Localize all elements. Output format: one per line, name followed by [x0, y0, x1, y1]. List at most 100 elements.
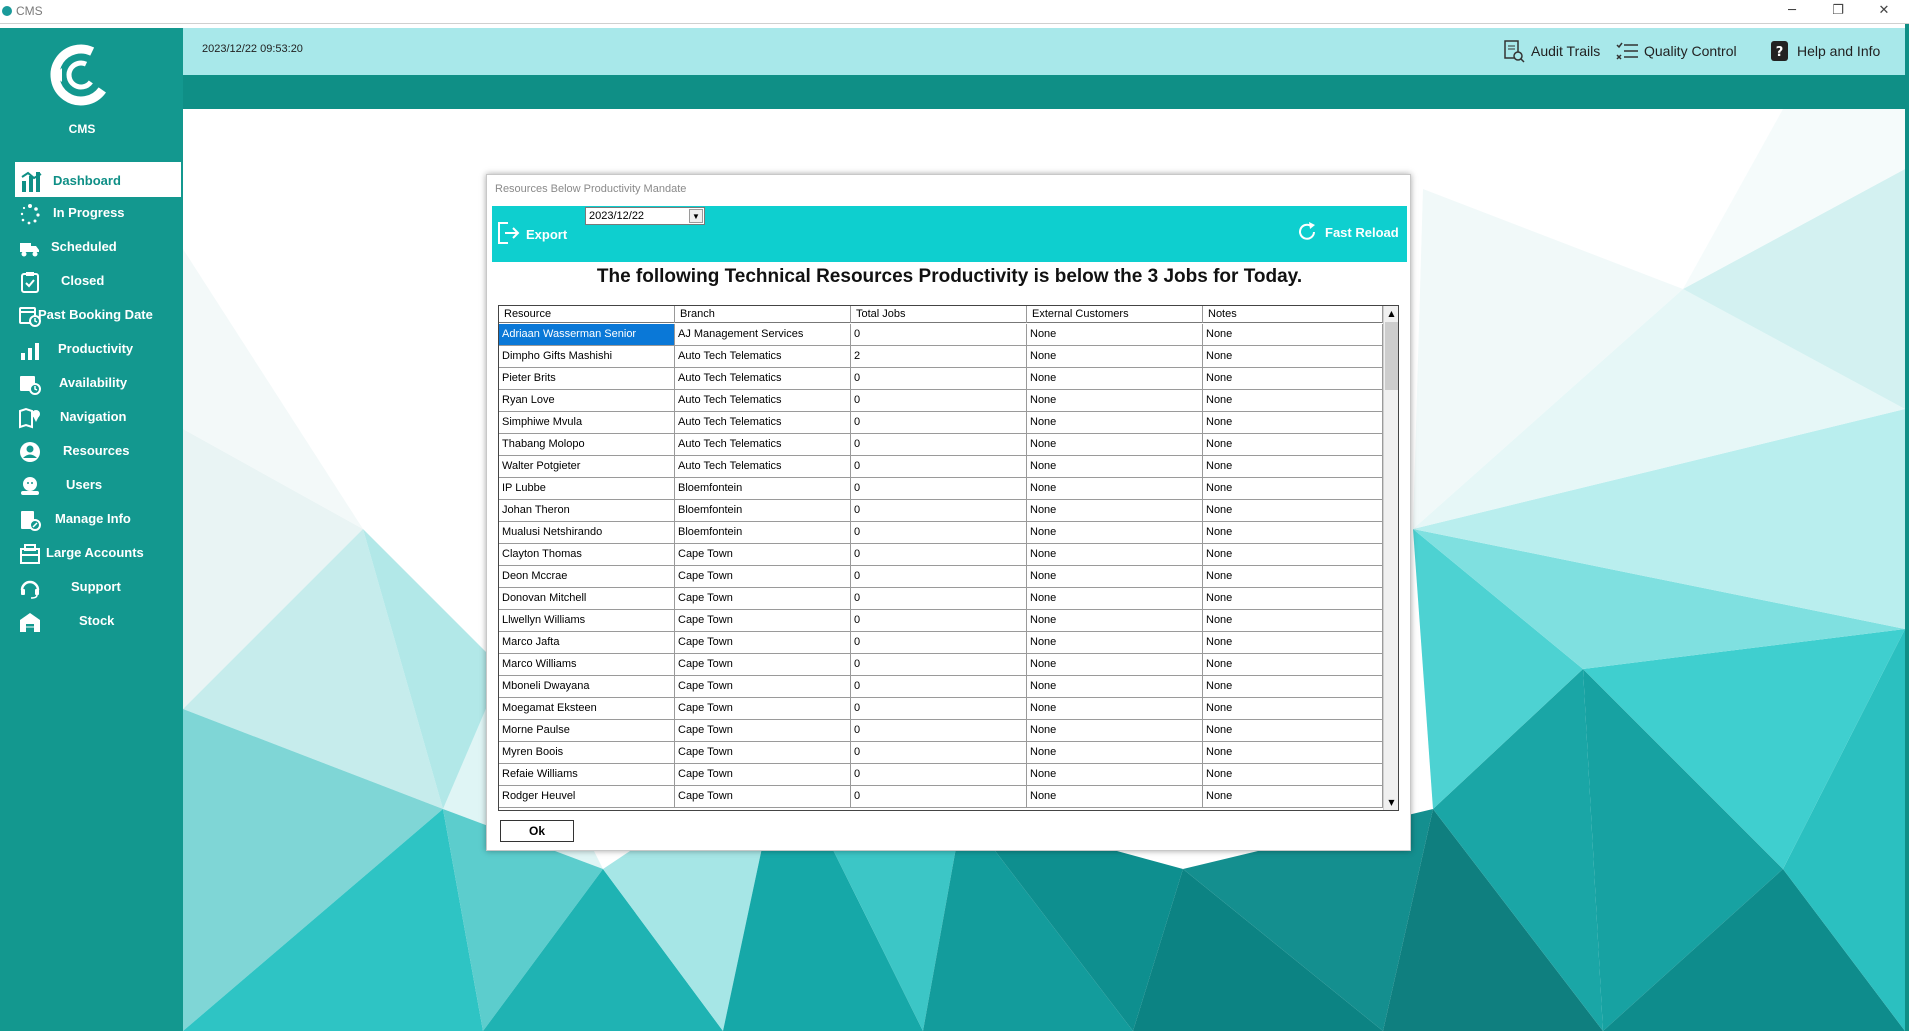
cell-resource[interactable]: Llwellyn Williams [499, 610, 675, 631]
cell-external-customers[interactable]: None [1027, 390, 1203, 411]
cell-external-customers[interactable]: None [1027, 610, 1203, 631]
table-row[interactable]: IP Lubbe Bloemfontein 0 None None [499, 478, 1383, 500]
table-row[interactable]: Morne Paulse Cape Town 0 None None [499, 720, 1383, 742]
table-row[interactable]: Johan Theron Bloemfontein 0 None None [499, 500, 1383, 522]
cell-resource[interactable]: Refaie Williams [499, 764, 675, 785]
cell-notes[interactable]: None [1203, 786, 1383, 807]
table-row[interactable]: Thabang Molopo Auto Tech Telematics 0 None N… [499, 434, 1383, 456]
cell-branch[interactable]: Cape Town [675, 786, 851, 807]
cell-total-jobs[interactable]: 0 [851, 522, 1027, 543]
cell-notes[interactable]: None [1203, 500, 1383, 521]
cell-resource[interactable]: Clayton Thomas [499, 544, 675, 565]
cell-total-jobs[interactable]: 0 [851, 456, 1027, 477]
cell-notes[interactable]: None [1203, 566, 1383, 587]
cell-external-customers[interactable]: None [1027, 764, 1203, 785]
ok-button[interactable]: Ok [500, 820, 574, 842]
cell-total-jobs[interactable]: 0 [851, 500, 1027, 521]
cell-external-customers[interactable]: None [1027, 346, 1203, 367]
cell-external-customers[interactable]: None [1027, 324, 1203, 345]
cell-resource[interactable]: Moegamat Eksteen [499, 698, 675, 719]
cell-total-jobs[interactable]: 0 [851, 676, 1027, 697]
cell-total-jobs[interactable]: 0 [851, 632, 1027, 653]
column-header-resource[interactable]: Resource [499, 306, 675, 323]
cell-external-customers[interactable]: None [1027, 412, 1203, 433]
cell-resource[interactable]: Deon Mccrae [499, 566, 675, 587]
cell-resource[interactable]: Adriaan Wasserman Senior [499, 324, 675, 345]
table-row[interactable]: Simphiwe Mvula Auto Tech Telematics 0 None N… [499, 412, 1383, 434]
scroll-down-arrow-icon[interactable]: ▼ [1384, 795, 1398, 810]
fast-reload-button[interactable]: Fast Reload [1296, 220, 1404, 248]
cell-external-customers[interactable]: None [1027, 742, 1203, 763]
cell-branch[interactable]: Bloemfontein [675, 478, 851, 499]
cell-notes[interactable]: None [1203, 522, 1383, 543]
vertical-scrollbar[interactable]: ▲ ▼ [1383, 306, 1398, 810]
cell-total-jobs[interactable]: 0 [851, 368, 1027, 389]
cell-notes[interactable]: None [1203, 368, 1383, 389]
cell-branch[interactable]: Cape Town [675, 654, 851, 675]
cell-total-jobs[interactable]: 0 [851, 742, 1027, 763]
table-row[interactable]: Mboneli Dwayana Cape Town 0 None None [499, 676, 1383, 698]
table-row[interactable]: Rodger Heuvel Cape Town 0 None None [499, 786, 1383, 808]
cell-external-customers[interactable]: None [1027, 676, 1203, 697]
table-row[interactable]: Deon Mccrae Cape Town 0 None None [499, 566, 1383, 588]
cell-resource[interactable]: Ryan Love [499, 390, 675, 411]
cell-branch[interactable]: Cape Town [675, 720, 851, 741]
cell-branch[interactable]: Bloemfontein [675, 500, 851, 521]
table-row[interactable]: Marco Williams Cape Town 0 None None [499, 654, 1383, 676]
cell-notes[interactable]: None [1203, 654, 1383, 675]
cell-resource[interactable]: Mboneli Dwayana [499, 676, 675, 697]
cell-total-jobs[interactable]: 0 [851, 478, 1027, 499]
scroll-thumb[interactable] [1385, 322, 1398, 390]
cell-total-jobs[interactable]: 0 [851, 786, 1027, 807]
cell-branch[interactable]: Bloemfontein [675, 522, 851, 543]
cell-total-jobs[interactable]: 0 [851, 610, 1027, 631]
cell-external-customers[interactable]: None [1027, 654, 1203, 675]
cell-resource[interactable]: Simphiwe Mvula [499, 412, 675, 433]
cell-resource[interactable]: Marco Jafta [499, 632, 675, 653]
cell-external-customers[interactable]: None [1027, 478, 1203, 499]
chevron-down-icon[interactable]: ▼ [689, 209, 703, 223]
cell-resource[interactable]: Mualusi Netshirando [499, 522, 675, 543]
cell-branch[interactable]: Auto Tech Telematics [675, 412, 851, 433]
cell-external-customers[interactable]: None [1027, 588, 1203, 609]
column-header-external-customers[interactable]: External Customers [1027, 306, 1203, 323]
cell-external-customers[interactable]: None [1027, 632, 1203, 653]
cell-total-jobs[interactable]: 0 [851, 720, 1027, 741]
cell-external-customers[interactable]: None [1027, 566, 1203, 587]
cell-external-customers[interactable]: None [1027, 434, 1203, 455]
cell-notes[interactable]: None [1203, 390, 1383, 411]
cell-branch[interactable]: Cape Town [675, 676, 851, 697]
table-row[interactable]: Marco Jafta Cape Town 0 None None [499, 632, 1383, 654]
cell-resource[interactable]: IP Lubbe [499, 478, 675, 499]
cell-total-jobs[interactable]: 0 [851, 566, 1027, 587]
cell-external-customers[interactable]: None [1027, 456, 1203, 477]
cell-total-jobs[interactable]: 0 [851, 434, 1027, 455]
cell-branch[interactable]: Auto Tech Telematics [675, 346, 851, 367]
cell-branch[interactable]: Cape Town [675, 610, 851, 631]
cell-branch[interactable]: Auto Tech Telematics [675, 390, 851, 411]
cell-total-jobs[interactable]: 0 [851, 654, 1027, 675]
cell-resource[interactable]: Marco Williams [499, 654, 675, 675]
cell-notes[interactable]: None [1203, 544, 1383, 565]
cell-notes[interactable]: None [1203, 588, 1383, 609]
table-row[interactable]: Myren Boois Cape Town 0 None None [499, 742, 1383, 764]
cell-resource[interactable]: Myren Boois [499, 742, 675, 763]
column-header-total-jobs[interactable]: Total Jobs [851, 306, 1027, 323]
cell-total-jobs[interactable]: 0 [851, 764, 1027, 785]
cell-notes[interactable]: None [1203, 478, 1383, 499]
audit-trails-link[interactable]: Audit Trails [1503, 39, 1623, 63]
sidebar-item-stock[interactable]: Stock [13, 602, 183, 641]
cell-branch[interactable]: Auto Tech Telematics [675, 456, 851, 477]
cell-notes[interactable]: None [1203, 412, 1383, 433]
table-row[interactable]: Dimpho Gifts Mashishi Auto Tech Telematic… [499, 346, 1383, 368]
column-header-notes[interactable]: Notes [1203, 306, 1383, 323]
cell-external-customers[interactable]: None [1027, 698, 1203, 719]
table-row[interactable]: Refaie Williams Cape Town 0 None None [499, 764, 1383, 786]
cell-external-customers[interactable]: None [1027, 500, 1203, 521]
cell-resource[interactable]: Rodger Heuvel [499, 786, 675, 807]
cell-branch[interactable]: Cape Town [675, 632, 851, 653]
table-row[interactable]: Adriaan Wasserman Senior AJ Management Se… [499, 324, 1383, 346]
cell-branch[interactable]: Cape Town [675, 588, 851, 609]
export-button[interactable]: Export [496, 220, 576, 250]
table-row[interactable]: Donovan Mitchell Cape Town 0 None None [499, 588, 1383, 610]
